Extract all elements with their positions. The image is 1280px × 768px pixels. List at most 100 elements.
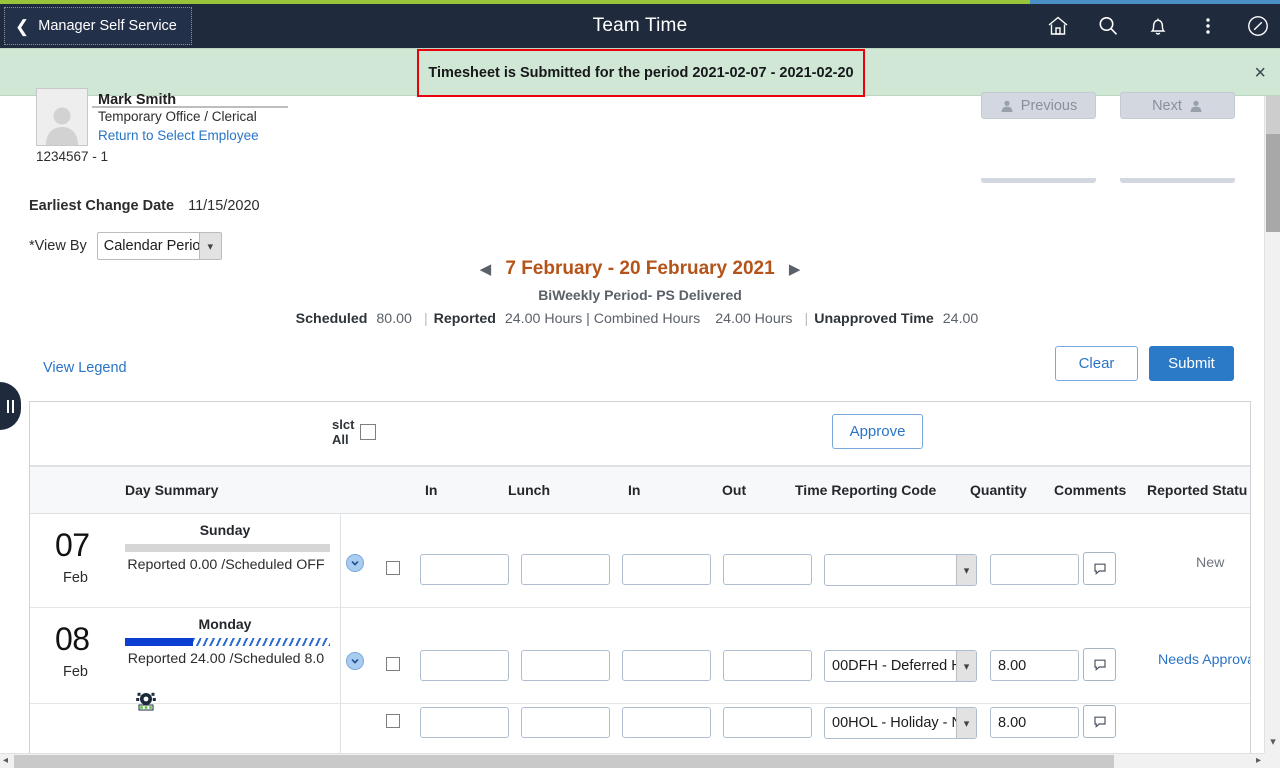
select-all-checkbox[interactable] <box>360 424 377 440</box>
previous-period-button[interactable]: ◀ <box>465 260 505 278</box>
day-summary-cell: 07 Feb Sunday Reported 0.00 /Scheduled O… <box>30 514 340 607</box>
chevron-down-icon[interactable] <box>346 652 364 670</box>
vertical-scrollbar[interactable]: ▾ <box>1264 96 1280 754</box>
chevron-right-icon[interactable]: ▸ <box>1256 754 1261 768</box>
in-2-input[interactable] <box>622 554 711 585</box>
timesheet-action-buttons: Clear Submit <box>1055 346 1234 381</box>
bell-icon[interactable] <box>1146 14 1170 38</box>
time-reporting-code-select[interactable]: ▾ <box>824 554 977 586</box>
column-header-in-2: In <box>628 482 641 498</box>
period-title: 7 February - 20 February 2021 <box>505 258 775 279</box>
app-header: ❮ Manager Self Service Team Time <box>0 4 1280 48</box>
period-subtitle: BiWeekly Period- PS Delivered <box>538 287 742 303</box>
reported-value: 24.00 Hours | Combined Hours <box>504 311 701 327</box>
employee-id: 1234567 - 1 <box>36 149 109 164</box>
comments-button[interactable] <box>1083 648 1116 681</box>
comments-button[interactable] <box>1083 705 1116 738</box>
view-by-row: *View By Calendar Period ▾ <box>29 232 222 260</box>
chevron-down-icon: ▾ <box>956 651 976 681</box>
out-input[interactable] <box>723 650 812 681</box>
lunch-input[interactable] <box>521 650 610 681</box>
totals-divider-1: | <box>423 311 428 327</box>
row-select-checkbox[interactable] <box>386 657 400 671</box>
navbar-icon[interactable] <box>1246 14 1270 38</box>
in-2-input[interactable] <box>622 707 711 738</box>
next-employee-button[interactable]: Next <box>1120 92 1235 119</box>
close-icon[interactable]: × <box>1254 61 1266 85</box>
day-month: Feb <box>63 664 88 680</box>
search-icon[interactable] <box>1096 14 1120 38</box>
column-header-in-1: In <box>425 482 438 498</box>
column-header-lunch: Lunch <box>508 482 550 498</box>
totals-divider-2: | <box>804 311 809 327</box>
in-2-input[interactable] <box>622 650 711 681</box>
progress-fill <box>125 638 193 646</box>
actions-menu-icon[interactable] <box>1196 14 1220 38</box>
out-input[interactable] <box>723 554 812 585</box>
submit-button[interactable]: Submit <box>1149 346 1234 381</box>
time-reporting-code-value: 00HOL - Holiday - N <box>832 715 963 731</box>
day-reported-summary: Reported 24.00 /Scheduled 8.0 <box>127 651 325 667</box>
avatar <box>36 88 88 146</box>
scheduled-value: 80.00 <box>376 311 412 327</box>
time-reporting-code-select[interactable]: 00DFH - Deferred H ▾ <box>824 650 977 682</box>
out-input[interactable] <box>723 707 812 738</box>
horizontal-scrollbar[interactable]: ◂ ▸ <box>0 753 1264 768</box>
view-by-select[interactable]: Calendar Period ▾ <box>96 232 222 260</box>
select-all-label: slct All <box>332 417 354 447</box>
collapse-panel-tab[interactable] <box>0 382 21 430</box>
chevron-down-icon: ▾ <box>956 708 976 738</box>
day-number: 07 <box>55 527 90 563</box>
previous-employee-button[interactable]: Previous <box>981 92 1096 119</box>
return-to-select-employee-link[interactable]: Return to Select Employee <box>98 126 259 145</box>
chevron-down-icon: ▾ <box>956 555 976 585</box>
view-by-selected-value: Calendar Period <box>103 238 209 254</box>
quantity-input[interactable] <box>990 554 1079 585</box>
quantity-input[interactable]: 8.00 <box>990 707 1079 738</box>
home-icon[interactable] <box>1046 14 1070 38</box>
progress-hatch <box>192 638 330 646</box>
reported-label: Reported <box>433 311 496 327</box>
status-badge: New <box>1196 555 1225 571</box>
grid-column-headers: Day Summary In Lunch In Out Time Reporti… <box>30 466 1250 514</box>
horizontal-scroll-thumb[interactable] <box>14 755 1114 768</box>
column-header-out: Out <box>722 482 747 498</box>
vertical-scroll-thumb[interactable] <box>1266 134 1280 232</box>
chevron-left-icon[interactable]: ◂ <box>3 754 8 768</box>
day-month: Feb <box>63 570 88 586</box>
status-badge[interactable]: Needs Approval <box>1158 652 1250 668</box>
column-header-reported-status: Reported Statu <box>1147 482 1248 498</box>
employee-job-title: Temporary Office / Clerical <box>98 109 257 124</box>
in-1-input[interactable] <box>420 650 509 681</box>
chevron-down-icon: ▾ <box>198 233 221 259</box>
view-by-label: *View By <box>29 238 87 254</box>
select-all-label-line1: slct <box>332 417 355 432</box>
row-select-checkbox[interactable] <box>386 561 400 575</box>
view-legend-link[interactable]: View Legend <box>43 360 127 376</box>
period-navigation: ◀ 7 February - 20 February 2021 ▶ BiWeek… <box>0 258 1280 327</box>
in-1-input[interactable] <box>420 707 509 738</box>
pager-underline-left <box>981 178 1096 183</box>
row-select-checkbox[interactable] <box>386 714 400 728</box>
lunch-input[interactable] <box>521 707 610 738</box>
next-period-button[interactable]: ▶ <box>775 260 815 278</box>
employee-pager: Previous Next <box>981 92 1235 119</box>
timesheet-grid: slct All Approve Day Summary In Lunch In… <box>29 401 1251 768</box>
in-1-input[interactable] <box>420 554 509 585</box>
day-name: Monday <box>198 616 252 632</box>
grid-toolbar: slct All Approve <box>30 402 1250 466</box>
quantity-input[interactable]: 8.00 <box>990 650 1079 681</box>
time-reporting-code-select[interactable]: 00HOL - Holiday - N ▾ <box>824 707 977 739</box>
vertical-scroll-track-top[interactable] <box>1266 96 1280 134</box>
clear-button[interactable]: Clear <box>1055 346 1138 381</box>
chevron-down-icon[interactable] <box>346 554 364 572</box>
chevron-down-icon[interactable]: ▾ <box>1267 735 1279 748</box>
lunch-input[interactable] <box>521 554 610 585</box>
time-reporting-code-value: 00DFH - Deferred H <box>832 658 962 674</box>
previous-employee-label: Previous <box>1020 97 1078 114</box>
pager-underline-right <box>1120 178 1235 183</box>
comments-button[interactable] <box>1083 552 1116 585</box>
table-row: 08 Feb Monday Reported 24.00 /Scheduled … <box>30 608 1250 711</box>
approve-button[interactable]: Approve <box>832 414 923 449</box>
select-all-control: slct All <box>332 417 377 447</box>
